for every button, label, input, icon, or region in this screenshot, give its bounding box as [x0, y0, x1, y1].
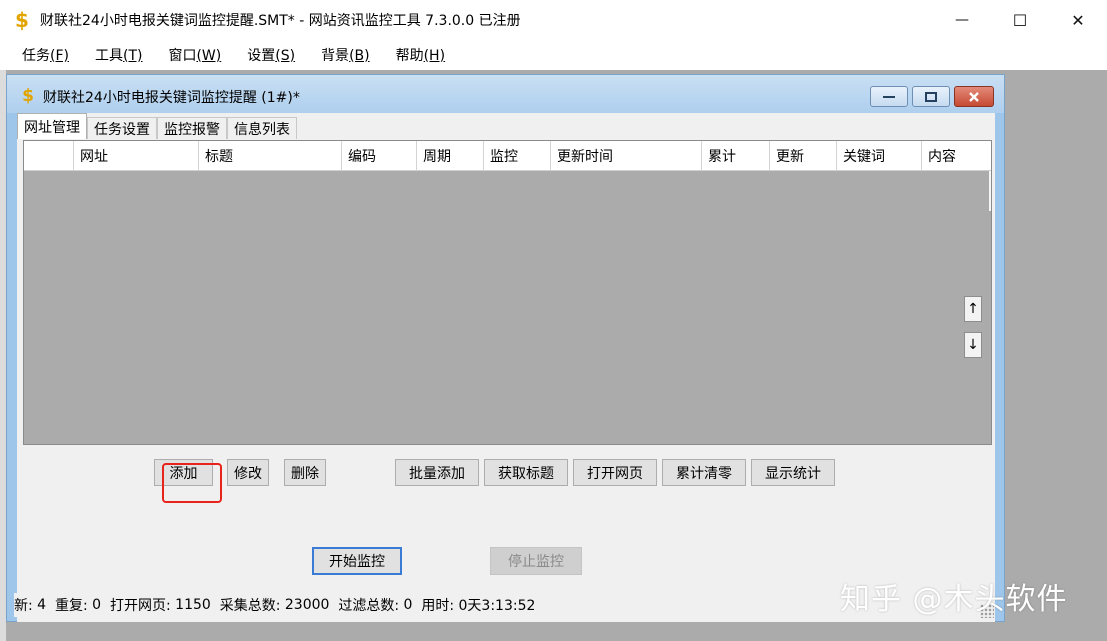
minimize-icon	[883, 95, 895, 98]
show-stats-button[interactable]: 显示统计	[751, 459, 835, 486]
col-header-monitor[interactable]: 监控	[484, 141, 551, 171]
status-repeat-value: 0	[92, 597, 102, 613]
col-header-total[interactable]: 累计	[702, 141, 770, 171]
tab-task-settings[interactable]: 任务设置	[87, 117, 157, 139]
status-collected-value: 23000	[284, 597, 330, 613]
get-title-button[interactable]: 获取标题	[484, 459, 568, 486]
close-icon	[969, 91, 979, 102]
status-new-value: 4	[37, 597, 47, 613]
tab-info-list[interactable]: 信息列表	[227, 117, 297, 139]
col-header-index[interactable]	[24, 141, 74, 171]
child-minimize-button[interactable]	[870, 86, 908, 107]
menu-settings-key: (S)	[275, 48, 296, 64]
tab-monitor-alarm[interactable]: 监控报警	[157, 117, 227, 139]
start-monitor-button[interactable]: 开始监控	[312, 547, 402, 575]
menu-task-key: (F)	[50, 48, 69, 64]
minimize-button[interactable]: —	[933, 0, 991, 40]
child-titlebar[interactable]: $ 财联社24小时电报关键词监控提醒 (1#)*	[7, 75, 1004, 113]
status-elapsed-label: 用时:	[421, 598, 455, 614]
reset-total-button[interactable]: 累计清零	[662, 459, 746, 486]
menu-settings-label: 设置	[247, 48, 276, 64]
menu-tools-label: 工具	[94, 48, 123, 64]
menubar: 任务(F) 工具(T) 窗口(W) 设置(S) 背景(B) 帮助(H)	[0, 40, 1107, 70]
col-header-keywords[interactable]: 关键词	[837, 141, 922, 171]
arrow-down-icon: ↓	[967, 337, 979, 353]
tab-url-manage[interactable]: 网址管理	[17, 113, 87, 139]
batch-add-button[interactable]: 批量添加	[395, 459, 479, 486]
status-elapsed-value: 0天3:13:52	[458, 598, 536, 614]
watermark: 知乎 @木头软件	[840, 582, 1068, 617]
tab-strip: 网址管理 任务设置 监控报警 信息列表	[17, 113, 297, 139]
child-window: $ 财联社24小时电报关键词监控提醒 (1#)* 网址管理 任务设置 监控报警 …	[6, 74, 1005, 622]
status-collected-label: 采集总数:	[219, 598, 281, 614]
dollar-icon: $	[22, 86, 34, 106]
dollar-icon: $	[15, 8, 29, 32]
arrow-up-icon: ↑	[967, 301, 979, 317]
maximize-button[interactable]: ☐	[991, 0, 1049, 40]
status-filtered-label: 过滤总数:	[338, 598, 400, 614]
window-title: 财联社24小时电报关键词监控提醒.SMT* - 网站资讯监控工具 7.3.0.0…	[40, 13, 521, 29]
menu-task[interactable]: 任务(F)	[22, 45, 69, 65]
delete-button[interactable]: 删除	[284, 459, 326, 486]
app-titlebar: $ 财联社24小时电报关键词监控提醒.SMT* - 网站资讯监控工具 7.3.0…	[0, 0, 1107, 40]
restore-icon	[925, 91, 937, 102]
edit-button[interactable]: 修改	[227, 459, 269, 486]
move-down-button[interactable]: ↓	[964, 332, 982, 358]
child-window-title: 财联社24小时电报关键词监控提醒 (1#)*	[43, 90, 300, 106]
menu-window-key: (W)	[196, 48, 222, 64]
col-header-period[interactable]: 周期	[417, 141, 484, 171]
close-button[interactable]: ✕	[1049, 0, 1107, 40]
col-header-encoding[interactable]: 编码	[342, 141, 417, 171]
stop-monitor-button: 停止监控	[490, 547, 582, 575]
menu-window[interactable]: 窗口(W)	[168, 45, 221, 65]
col-header-url[interactable]: 网址	[74, 141, 199, 171]
menu-task-label: 任务	[22, 48, 50, 64]
menu-tools-key: (T)	[122, 48, 143, 64]
scrollbar[interactable]	[989, 171, 991, 211]
status-opened-label: 打开网页:	[110, 598, 171, 614]
move-up-button[interactable]: ↑	[964, 296, 982, 322]
menu-window-label: 窗口	[168, 48, 197, 64]
menu-settings[interactable]: 设置(S)	[247, 45, 295, 65]
highlight-box	[162, 463, 222, 503]
col-header-update-time[interactable]: 更新时间	[551, 141, 702, 171]
menu-help-key: (H)	[423, 48, 446, 64]
status-new-label: 新:	[14, 598, 33, 614]
col-header-update[interactable]: 更新	[770, 141, 837, 171]
menu-help[interactable]: 帮助(H)	[396, 45, 445, 65]
status-repeat-label: 重复:	[55, 598, 88, 614]
status-opened-value: 1150	[175, 597, 211, 613]
child-restore-button[interactable]	[912, 86, 950, 107]
url-grid[interactable]: 网址 标题 编码 周期 监控 更新时间 累计 更新 关键词 内容	[23, 140, 992, 445]
col-header-title[interactable]: 标题	[199, 141, 342, 171]
open-page-button[interactable]: 打开网页	[573, 459, 657, 486]
col-header-content[interactable]: 内容	[922, 141, 991, 171]
menu-background[interactable]: 背景(B)	[321, 45, 370, 65]
status-filtered-value: 0	[403, 597, 413, 613]
menu-background-key: (B)	[349, 48, 370, 64]
child-client-area: 网址管理 任务设置 监控报警 信息列表 网址 标题 编码 周期 监控 更新时间 …	[17, 113, 995, 591]
menu-background-label: 背景	[321, 48, 350, 64]
grid-header: 网址 标题 编码 周期 监控 更新时间 累计 更新 关键词 内容	[24, 141, 991, 171]
menu-tools[interactable]: 工具(T)	[95, 45, 142, 65]
menu-help-label: 帮助	[395, 48, 424, 64]
child-close-button[interactable]	[954, 86, 994, 107]
